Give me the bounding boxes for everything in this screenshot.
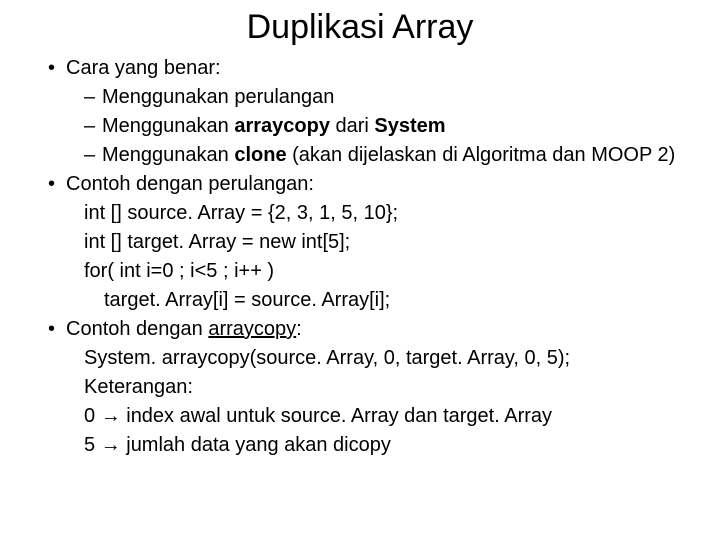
slide: Duplikasi Array Cara yang benar: Menggun… — [0, 0, 720, 540]
bullet-text: Contoh dengan perulangan: — [66, 173, 314, 195]
sub-clone: Menggunakan clone (akan dijelaskan di Al… — [84, 142, 700, 169]
underline-arraycopy: arraycopy — [208, 318, 296, 340]
bold-clone: clone — [234, 144, 292, 166]
bullet-list: Cara yang benar: Menggunakan perulangan … — [20, 55, 700, 459]
bold-system: System — [374, 115, 445, 137]
note-line: 5 → jumlah data yang akan dicopy — [84, 432, 700, 459]
bullet-cara-benar: Cara yang benar: Menggunakan perulangan … — [48, 55, 700, 169]
code-line: System. arraycopy(source. Array, 0, targ… — [84, 345, 700, 372]
code-block-loop: int [] source. Array = {2, 3, 1, 5, 10};… — [66, 200, 700, 314]
text: dari — [330, 115, 374, 137]
code-line: target. Array[i] = source. Array[i]; — [84, 287, 700, 314]
code-line: int [] source. Array = {2, 3, 1, 5, 10}; — [84, 200, 700, 227]
code-block-arraycopy: System. arraycopy(source. Array, 0, targ… — [66, 345, 700, 459]
sub-perulangan: Menggunakan perulangan — [84, 84, 700, 111]
text: (akan dijelaskan di Algoritma dan MOOP 2… — [292, 144, 675, 166]
arrow-icon: → — [101, 434, 121, 456]
code-line: int [] target. Array = new int[5]; — [84, 229, 700, 256]
code-line: for( int i=0 ; i<5 ; i++ ) — [84, 258, 700, 285]
bullet-contoh-perulangan: Contoh dengan perulangan: int [] source.… — [48, 171, 700, 314]
text: index awal untuk source. Array dan targe… — [121, 405, 552, 427]
bullet-text: Cara yang benar: — [66, 57, 221, 79]
bold-arraycopy: arraycopy — [234, 115, 330, 137]
note-line: 0 → index awal untuk source. Array dan t… — [84, 403, 700, 430]
label-keterangan: Keterangan: — [84, 374, 700, 401]
sub-list: Menggunakan perulangan Menggunakan array… — [66, 84, 700, 169]
text: Menggunakan — [102, 144, 234, 166]
text: Contoh dengan — [66, 318, 208, 340]
bullet-contoh-arraycopy: Contoh dengan arraycopy: System. arrayco… — [48, 316, 700, 459]
arrow-icon: → — [101, 405, 121, 427]
text: 0 — [84, 405, 101, 427]
text: : — [296, 318, 302, 340]
text: Menggunakan — [102, 115, 234, 137]
sub-arraycopy: Menggunakan arraycopy dari System — [84, 113, 700, 140]
text: 5 — [84, 434, 101, 456]
slide-title: Duplikasi Array — [20, 8, 700, 47]
text: jumlah data yang akan dicopy — [121, 434, 391, 456]
